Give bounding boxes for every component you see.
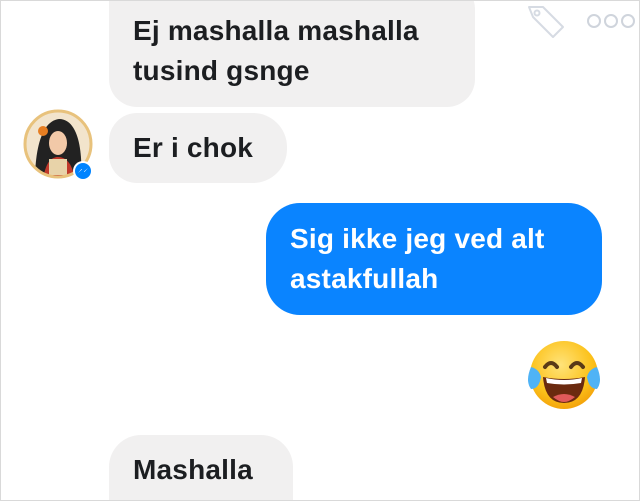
chat-screenshot: Ej mashalla mashalla tusind gsnge Er i c… — [0, 0, 640, 501]
message-text: Ej mashalla mashalla — [133, 15, 419, 46]
message-bubble-incoming[interactable]: Mashalla — [109, 435, 293, 500]
message-text: Sig ikke jeg ved alt — [290, 223, 545, 254]
message-text: Er i chok — [133, 132, 254, 163]
message-text: astakfullah — [290, 263, 439, 294]
tag-icon[interactable] — [528, 6, 564, 38]
face-with-tears-of-joy-icon[interactable] — [523, 337, 605, 413]
messenger-badge-icon — [73, 161, 93, 181]
message-bubble-incoming[interactable]: Ej mashalla mashalla tusind gsnge — [109, 1, 475, 107]
message-text: Mashalla — [133, 454, 253, 485]
message-bubble-outgoing[interactable]: Sig ikke jeg ved alt astakfullah — [266, 203, 602, 315]
avatar[interactable] — [21, 107, 95, 181]
header-icons — [528, 6, 635, 38]
more-options-icon[interactable] — [587, 14, 635, 28]
message-text: tusind gsnge — [133, 55, 310, 86]
message-bubble-incoming[interactable]: Er i chok — [109, 113, 287, 183]
